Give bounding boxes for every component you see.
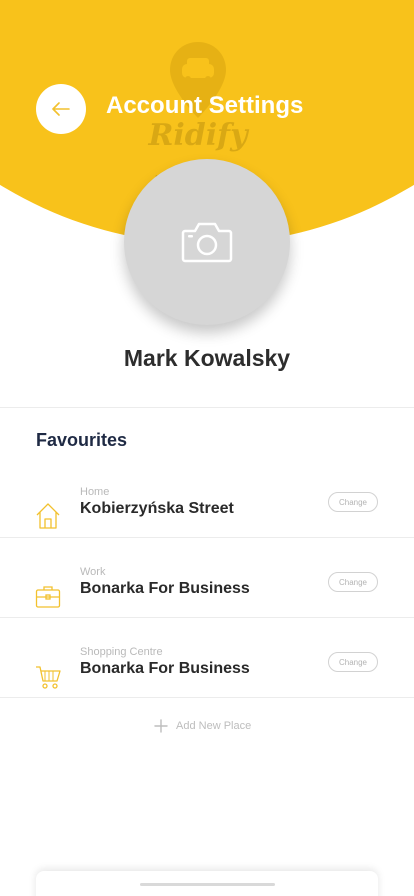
place-type: Home	[80, 486, 110, 498]
watermark-brand: Ridify	[148, 118, 248, 153]
favourites-title: Favourites	[36, 430, 128, 450]
divider	[0, 617, 414, 618]
page-title: Account Settings	[106, 92, 304, 119]
user-name: Mark Kowalsky	[123, 345, 291, 371]
change-button[interactable]: Change	[328, 492, 378, 512]
bottom-sheet-handle[interactable]	[140, 883, 275, 886]
shopping-cart-icon	[36, 666, 61, 689]
camera-icon	[181, 222, 233, 263]
place-address: Bonarka For Business	[80, 580, 250, 597]
briefcase-icon	[35, 586, 61, 608]
add-new-place-label: Add New Place	[176, 720, 252, 732]
favourite-item-work[interactable]: Work Bonarka For Business Change	[0, 560, 414, 640]
divider	[0, 537, 414, 538]
change-button[interactable]: Change	[328, 572, 378, 592]
place-address: Kobierzyńska Street	[80, 500, 234, 517]
back-button[interactable]	[36, 84, 86, 134]
add-new-place-button[interactable]: Add New Place	[154, 716, 251, 736]
avatar[interactable]	[124, 159, 290, 325]
home-icon	[36, 503, 60, 529]
favourite-item-home[interactable]: Home Kobierzyńska Street Change	[0, 480, 414, 560]
place-type: Shopping Centre	[80, 646, 163, 658]
bottom-sheet[interactable]	[36, 871, 378, 896]
favourite-item-shopping-centre[interactable]: Shopping Centre Bonarka For Business Cha…	[0, 640, 414, 720]
divider	[0, 407, 414, 408]
divider	[0, 697, 414, 698]
place-address: Bonarka For Business	[80, 660, 250, 677]
account-settings-screen: Ridify ...The ...xi Account Settings Mar…	[0, 0, 414, 896]
change-button[interactable]: Change	[328, 652, 378, 672]
place-type: Work	[80, 566, 106, 578]
arrow-left-icon	[52, 102, 70, 116]
plus-icon	[154, 719, 168, 733]
